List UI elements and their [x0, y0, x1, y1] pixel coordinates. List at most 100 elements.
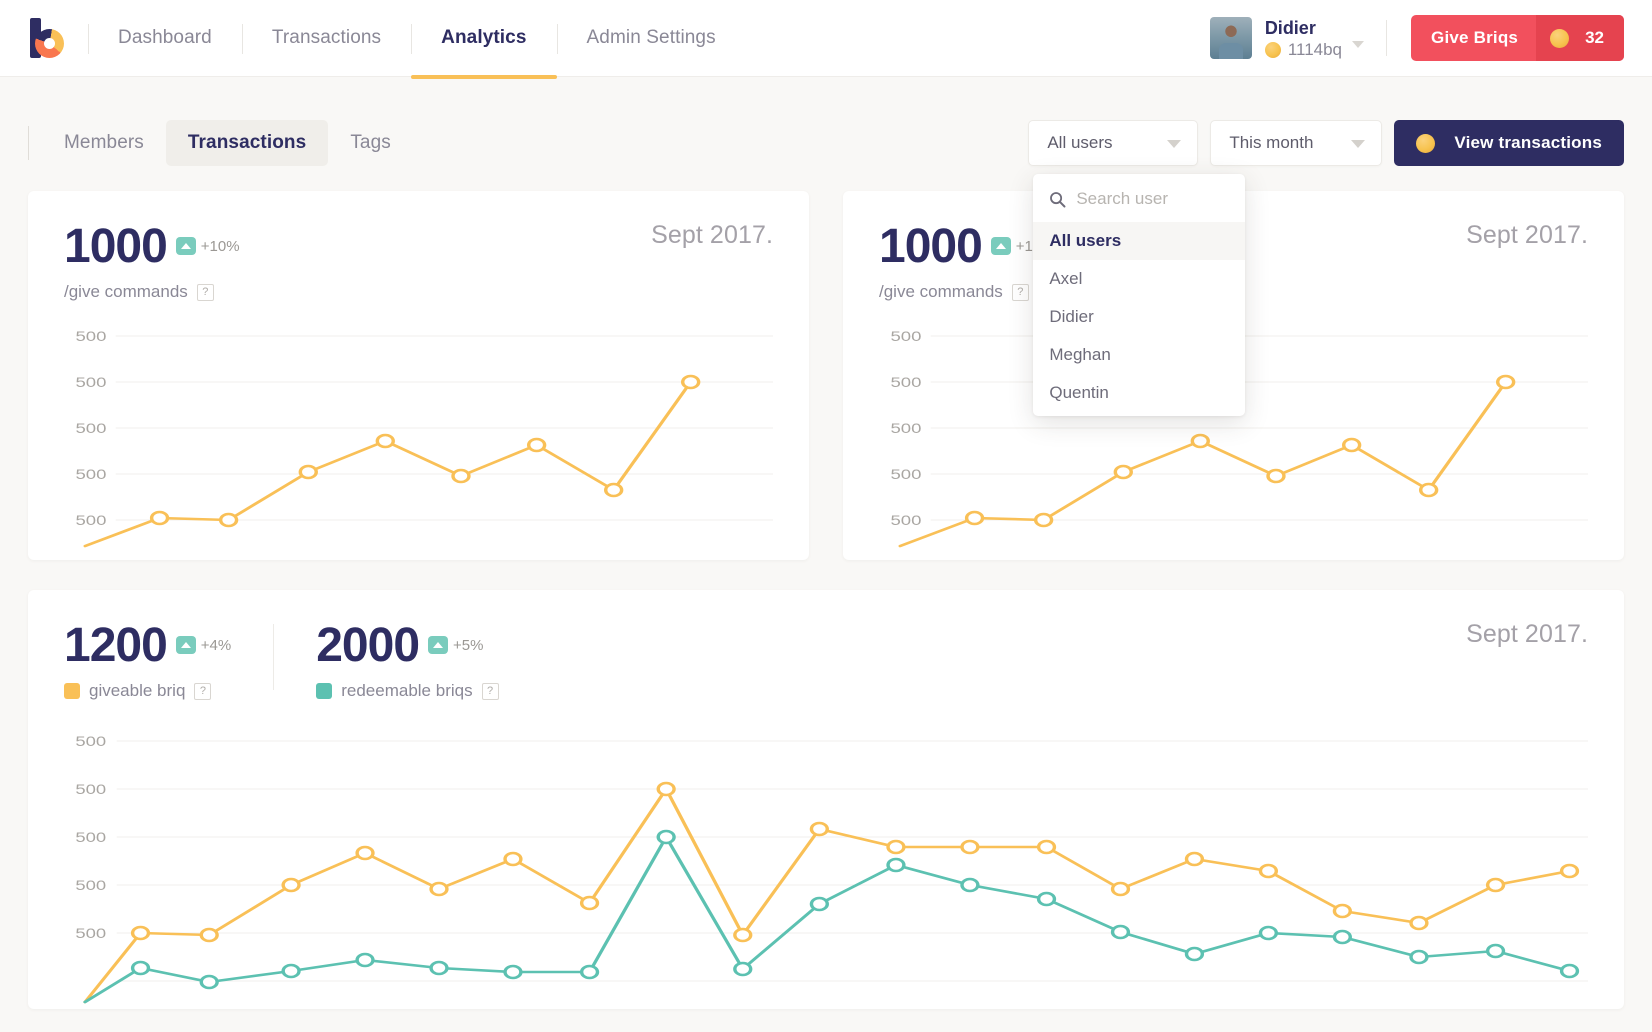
dropdown-option-quentin[interactable]: Quentin — [1033, 374, 1245, 412]
metric-sub: giveable briq ? — [64, 681, 231, 701]
period-filter-select[interactable]: This month — [1210, 120, 1383, 166]
chart-briqs: 500 500 500 500 500 — [28, 701, 1624, 1009]
y-tick: 500 — [75, 782, 106, 797]
metric-top: 1000 +10% — [879, 221, 1055, 273]
dropdown-option-meghan[interactable]: Meghan — [1033, 336, 1245, 374]
card-date: Sept 2017. — [1466, 221, 1588, 249]
y-tick: 500 — [890, 375, 921, 390]
nav-active-underline — [411, 74, 557, 79]
metric-top: 2000 +5% — [316, 620, 498, 672]
controls-row: Members Transactions Tags All users This… — [28, 119, 1624, 416]
user-filter-select[interactable]: All users — [1028, 120, 1199, 166]
nav-label: Dashboard — [118, 27, 212, 48]
line-chart-svg: 500 500 500 500 500 — [75, 734, 1588, 1004]
help-icon[interactable]: ? — [481, 682, 499, 700]
user-meta: Didier 1114bq — [1264, 17, 1342, 59]
option-label: Quentin — [1049, 383, 1109, 402]
give-briqs-button[interactable]: Give Briqs 32 — [1411, 15, 1624, 61]
user-menu[interactable]: Didier 1114bq — [1209, 17, 1386, 59]
user-balance: 1114bq — [1264, 40, 1342, 59]
metric-give-commands: 1000 +10% /give commands ? — [64, 221, 240, 302]
card-date: Sept 2017. — [1466, 620, 1588, 648]
briq-logo-icon[interactable] — [30, 18, 64, 58]
tab-label: Transactions — [187, 132, 307, 153]
help-icon[interactable]: ? — [1011, 283, 1029, 301]
tab-transactions[interactable]: Transactions — [165, 120, 329, 166]
nav-item-admin-settings[interactable]: Admin Settings — [556, 0, 746, 77]
nav-item-dashboard[interactable]: Dashboard — [88, 0, 242, 77]
y-tick: 500 — [75, 513, 106, 528]
give-commands-card: 1000 +10% /give commands ? Sept 2017. 50… — [28, 191, 809, 560]
line-chart-svg: 500 500 500 500 500 — [75, 329, 773, 548]
dropdown-option-didier[interactable]: Didier — [1033, 298, 1245, 336]
help-icon[interactable]: ? — [194, 682, 212, 700]
legend-swatch-giveable — [64, 683, 80, 699]
give-briqs-amount: 32 — [1585, 28, 1604, 47]
y-tick-labels: 500 500 500 500 500 — [890, 329, 921, 528]
tab-label: Tags — [350, 132, 391, 153]
header-right: Didier 1114bq Give Briqs 32 — [1209, 0, 1624, 77]
metric-value: 1200 — [64, 619, 168, 672]
gridlines — [115, 335, 773, 521]
help-icon[interactable]: ? — [196, 283, 214, 301]
user-filter-value: All users — [1047, 133, 1113, 152]
metric-label: giveable briq — [89, 681, 186, 700]
chevron-down-icon — [1167, 140, 1182, 148]
metric-value: 1000 — [879, 220, 983, 273]
search-user-field[interactable]: Search user — [1033, 174, 1245, 222]
search-icon — [1050, 191, 1066, 207]
nav-item-transactions[interactable]: Transactions — [241, 0, 411, 77]
main-nav: Dashboard Transactions Analytics Admin S… — [88, 0, 746, 79]
trend-percent: +10% — [200, 237, 240, 255]
tab-label: Members — [64, 132, 144, 153]
period-filter-value: This month — [1229, 133, 1314, 152]
view-transactions-label: View transactions — [1454, 133, 1602, 152]
user-filter-dropdown: Search user All users Axel Didier Meghan… — [1033, 174, 1246, 416]
view-transactions-button[interactable]: View transactions — [1394, 120, 1624, 166]
tab-members[interactable]: Members — [42, 120, 166, 166]
y-tick: 500 — [75, 421, 106, 436]
sub-tabs: Members Transactions Tags — [28, 120, 413, 166]
metric-value: 1000 — [64, 220, 168, 273]
series-points-redeemable — [130, 829, 1580, 990]
user-name: Didier — [1264, 17, 1316, 38]
metric-sub: /give commands ? — [64, 282, 240, 302]
y-tick: 500 — [75, 329, 106, 344]
series-line-giveable-briq — [83, 787, 1572, 1004]
legend-swatch-redeemable — [316, 683, 333, 699]
dropdown-option-all-users[interactable]: All users — [1033, 222, 1246, 260]
tab-tags[interactable]: Tags — [328, 120, 413, 166]
option-label: Didier — [1049, 307, 1094, 326]
nav-label: Analytics — [441, 27, 527, 48]
filters: All users This month View transactions S — [1028, 120, 1624, 416]
metric-label: /give commands — [879, 282, 1003, 301]
card-header: 1000 +10% /give commands ? Sept 2017. — [28, 191, 809, 302]
metric-redeemable-briqs: 2000 +5% redeemable briqs ? — [316, 620, 499, 701]
give-briqs-label: Give Briqs — [1431, 28, 1519, 47]
y-tick: 500 — [75, 467, 106, 482]
y-tick: 500 — [890, 467, 921, 482]
series-points-giveable — [130, 781, 1580, 943]
metric-sub: /give commands ? — [879, 282, 1055, 302]
y-tick: 500 — [75, 878, 106, 893]
series-line-redeemable-briqs — [83, 835, 1572, 1004]
metric-value: 2000 — [316, 619, 420, 672]
metric-giveable-briq: 1200 +4% giveable briq ? — [64, 620, 231, 701]
y-tick: 500 — [75, 734, 106, 749]
gridlines — [116, 740, 1588, 982]
briqs-card: 1200 +4% giveable briq ? 2000 +5% redeem… — [28, 590, 1624, 1009]
dropdown-option-axel[interactable]: Axel — [1033, 260, 1245, 298]
top-cards-row: 1000 +10% /give commands ? Sept 2017. 50… — [28, 191, 1624, 560]
series-points — [149, 374, 701, 528]
avatar — [1209, 17, 1252, 59]
metric-label: /give commands — [64, 282, 188, 301]
page-body: Members Transactions Tags All users This… — [0, 119, 1652, 1009]
nav-item-analytics[interactable]: Analytics — [411, 0, 557, 79]
metric-top: 1200 +4% — [64, 620, 231, 672]
y-tick-labels: 500 500 500 500 500 — [75, 734, 106, 941]
logo-hole — [44, 38, 55, 49]
coin-icon — [1550, 28, 1570, 48]
chevron-down-icon[interactable] — [1352, 40, 1365, 48]
card-date: Sept 2017. — [651, 221, 773, 249]
trend-indicator: +10% — [175, 237, 240, 255]
